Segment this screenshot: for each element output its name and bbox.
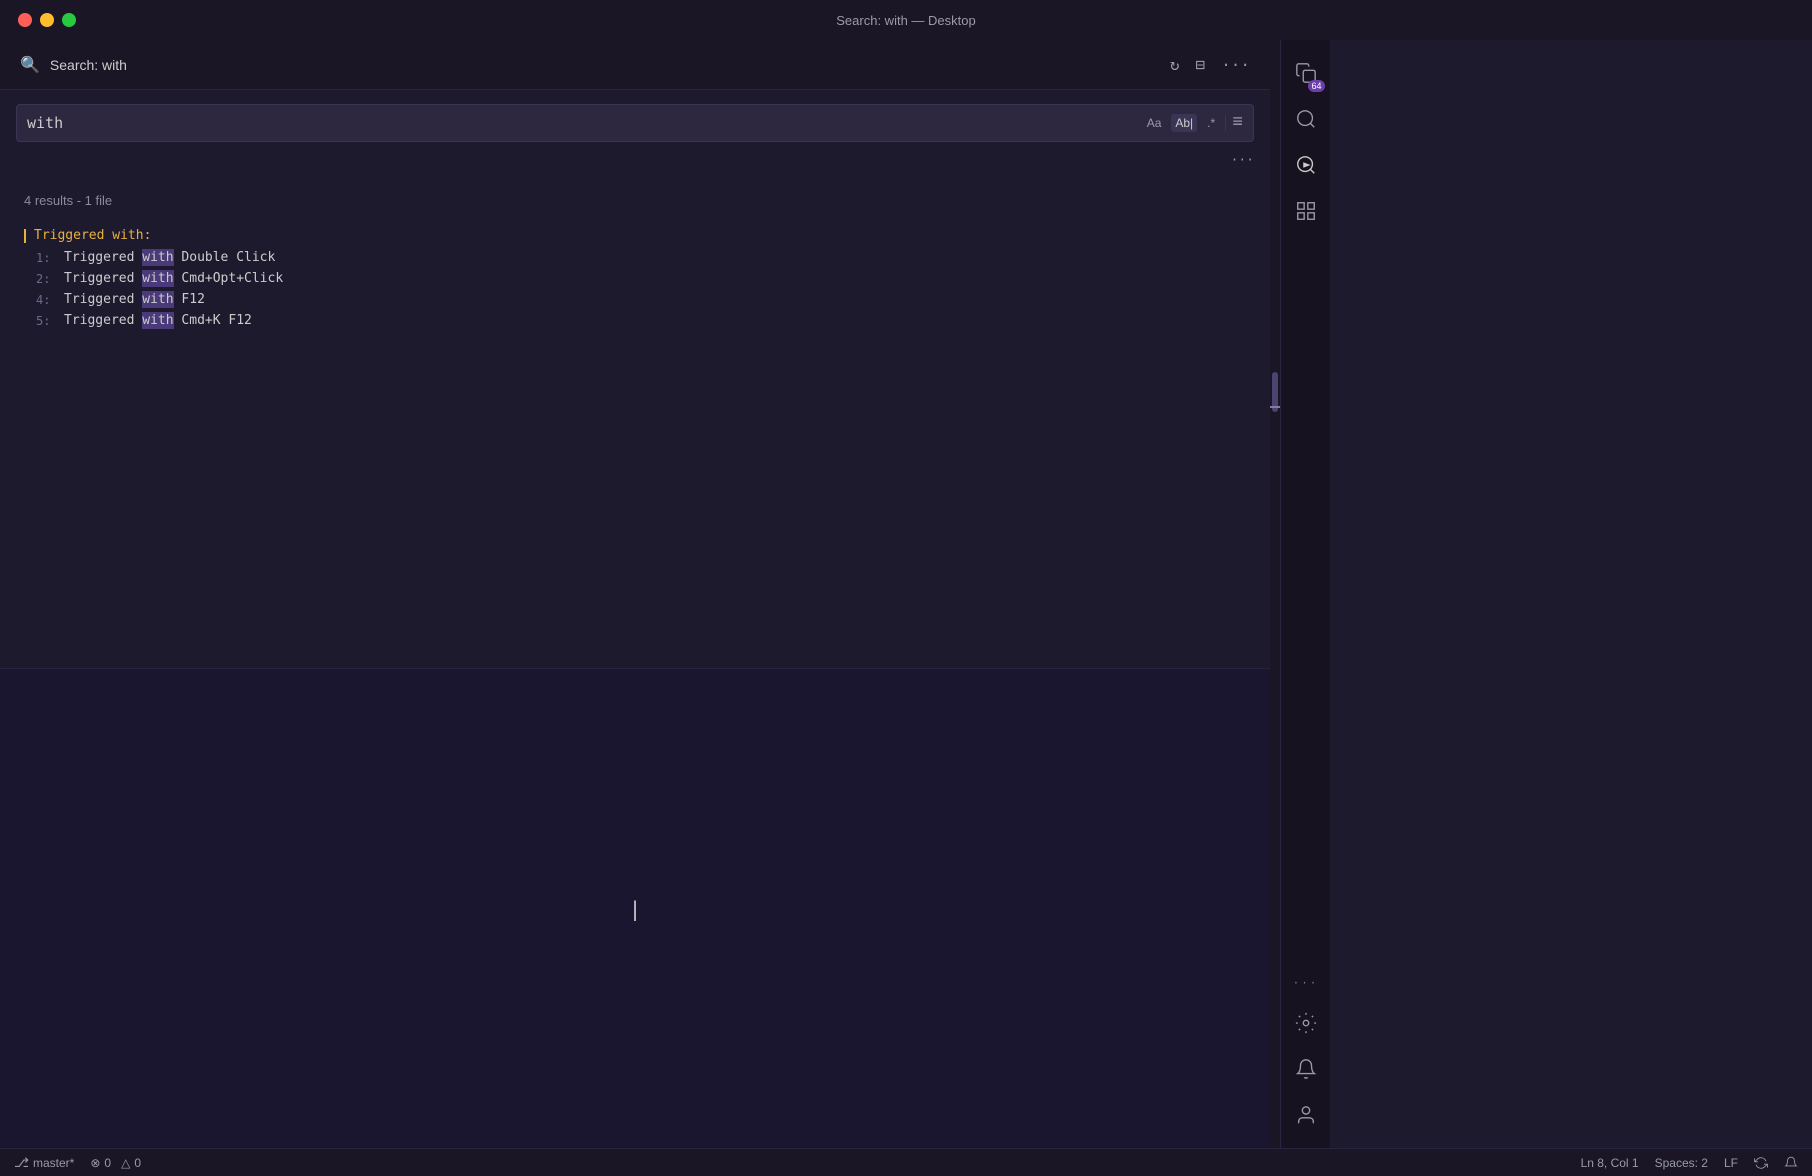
editor-area[interactable]: | — [0, 668, 1270, 1148]
minimize-button[interactable] — [40, 13, 54, 27]
error-icon: ⊗ — [90, 1156, 100, 1170]
main-layout: 🔍 Search: with ↻ ⊟ ··· Aa Ab| .* ≡ — [0, 40, 1812, 1148]
status-errors[interactable]: ⊗ 0 △ 0 — [90, 1156, 141, 1170]
status-sync[interactable] — [1754, 1156, 1768, 1170]
sidebar-item-account[interactable] — [1285, 1094, 1327, 1136]
search-header-title: Search: with — [50, 57, 127, 73]
more-icon[interactable]: ··· — [1221, 56, 1250, 74]
sidebar-item-settings[interactable] — [1285, 1002, 1327, 1044]
branch-icon: ⎇ — [14, 1155, 29, 1171]
search-input[interactable] — [27, 114, 1143, 132]
status-branch[interactable]: ⎇ master* — [14, 1155, 74, 1171]
search-input-section: Aa Ab| .* ≡ — [0, 90, 1270, 152]
warning-icon: △ — [121, 1156, 130, 1170]
line-content-2: Triggered with Cmd+Opt+Click — [64, 271, 283, 286]
close-button[interactable] — [18, 13, 32, 27]
badge: 64 — [1308, 80, 1324, 92]
search-controls: Aa Ab| .* ≡ — [1143, 113, 1243, 133]
search-icon: 🔍 — [20, 55, 40, 75]
table-row[interactable]: 4: Triggered with F12 — [0, 289, 1270, 310]
highlight-2: with — [142, 270, 173, 287]
status-bar: ⎇ master* ⊗ 0 △ 0 Ln 8, Col 1 Spaces: 2 … — [0, 1148, 1812, 1176]
sidebar-item-copy[interactable]: 64 — [1285, 52, 1327, 94]
filter-menu-icon[interactable]: ≡ — [1232, 113, 1243, 133]
line-number-2: 2: — [36, 272, 64, 286]
status-spaces[interactable]: Spaces: 2 — [1655, 1156, 1708, 1170]
line-content-1: Triggered with Double Click — [64, 250, 275, 265]
text-cursor: | — [629, 897, 641, 921]
window-title: Search: with — Desktop — [836, 13, 975, 28]
table-row[interactable]: 2: Triggered with Cmd+Opt+Click — [0, 268, 1270, 289]
table-row[interactable]: 1: Triggered with Double Click — [0, 247, 1270, 268]
line-number-4: 4: — [36, 293, 64, 307]
match-case-button[interactable]: Aa — [1143, 114, 1166, 132]
line-number-5: 5: — [36, 314, 64, 328]
status-bell[interactable] — [1784, 1156, 1798, 1170]
status-position[interactable]: Ln 8, Col 1 — [1581, 1156, 1639, 1170]
warning-count: 0 — [134, 1156, 141, 1170]
sidebar-more-icon[interactable]: ··· — [1293, 970, 1319, 998]
maximize-button[interactable] — [62, 13, 76, 27]
spaces-text: Spaces: 2 — [1655, 1156, 1708, 1170]
sidebar-item-extensions[interactable] — [1285, 190, 1327, 232]
results-area[interactable]: 4 results - 1 file Triggered with: 1: Tr… — [0, 173, 1270, 668]
highlight-4: with — [142, 291, 173, 308]
sidebar-item-run[interactable] — [1285, 144, 1327, 186]
encoding-text: LF — [1724, 1156, 1738, 1170]
file-group: Triggered with: 1: Triggered with Double… — [0, 224, 1270, 331]
more-options-icon[interactable]: ··· — [1231, 152, 1254, 167]
line-number-1: 1: — [36, 251, 64, 265]
search-input-wrapper[interactable]: Aa Ab| .* ≡ — [16, 104, 1254, 142]
sidebar-item-search[interactable] — [1285, 98, 1327, 140]
table-row[interactable]: 5: Triggered with Cmd+K F12 — [0, 310, 1270, 331]
line-content-5: Triggered with Cmd+K F12 — [64, 313, 252, 328]
left-panel: 🔍 Search: with ↻ ⊟ ··· Aa Ab| .* ≡ — [0, 40, 1270, 1148]
refresh-icon[interactable]: ↻ — [1170, 55, 1180, 75]
line-content-4: Triggered with F12 — [64, 292, 205, 307]
layout-icon[interactable]: ⊟ — [1196, 55, 1206, 75]
more-options-row: ··· — [0, 152, 1270, 173]
sidebar-item-notifications[interactable] — [1285, 1048, 1327, 1090]
scrollbar-track[interactable] — [1270, 40, 1280, 1148]
controls-divider — [1225, 115, 1226, 131]
search-header: 🔍 Search: with ↻ ⊟ ··· — [0, 40, 1270, 90]
highlight-5: with — [142, 312, 173, 329]
error-count: 0 — [104, 1156, 111, 1170]
traffic-lights[interactable] — [18, 13, 76, 27]
highlight-1: with — [142, 249, 173, 266]
title-bar: Search: with — Desktop — [0, 0, 1812, 40]
status-right: Ln 8, Col 1 Spaces: 2 LF — [1581, 1156, 1798, 1170]
file-name[interactable]: Triggered with: — [0, 224, 1270, 247]
match-word-button[interactable]: Ab| — [1171, 114, 1197, 132]
result-lines: 1: Triggered with Double Click 2: Trigge… — [0, 247, 1270, 331]
results-summary: 4 results - 1 file — [0, 183, 1270, 224]
status-encoding[interactable]: LF — [1724, 1156, 1738, 1170]
branch-name: master* — [33, 1156, 74, 1170]
position-text: Ln 8, Col 1 — [1581, 1156, 1639, 1170]
regex-button[interactable]: .* — [1203, 114, 1219, 132]
search-header-actions: ↻ ⊟ ··· — [1170, 55, 1250, 75]
right-sidebar: 64 ··· — [1280, 40, 1330, 1148]
scrollbar-line — [1270, 406, 1280, 408]
